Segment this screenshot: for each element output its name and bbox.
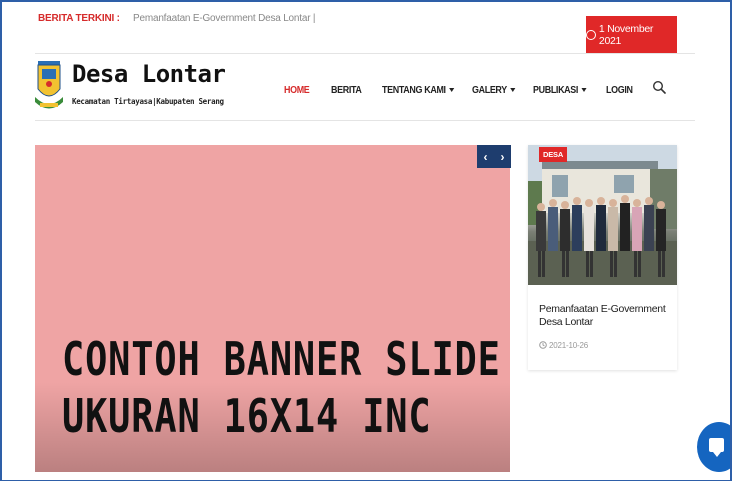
- banner-text-line-2: UKURAN 16X14 INC: [62, 390, 432, 444]
- nav-tentang-kami[interactable]: TENTANG KAMI: [382, 84, 455, 96]
- divider: [35, 120, 695, 121]
- nav-label: TENTANG KAMI: [382, 84, 446, 96]
- banner-slider[interactable]: CONTOH BANNER SLIDE UKURAN 16X14 INC: [35, 145, 510, 472]
- nav-berita[interactable]: BERITA: [331, 84, 362, 96]
- news-date: 2021-10-26: [539, 341, 588, 350]
- ticker-label: BERITA TERKINI :: [38, 13, 120, 24]
- nav-label: GALERY: [472, 84, 507, 96]
- clock-icon: [539, 341, 547, 349]
- news-photo[interactable]: DESA: [528, 145, 677, 285]
- divider: [35, 53, 695, 54]
- nav-home[interactable]: HOME: [284, 84, 310, 96]
- chevron-down-icon: [510, 88, 516, 93]
- category-badge[interactable]: DESA: [539, 147, 568, 162]
- site-title[interactable]: Desa Lontar: [72, 60, 226, 88]
- chat-widget-button[interactable]: [697, 422, 730, 472]
- news-card[interactable]: DESA Pemanfaatan E-Government Desa Lonta…: [528, 145, 677, 370]
- site-subtitle: Kecamatan Tirtayasa|Kabupaten Serang: [72, 97, 224, 106]
- chevron-down-icon: [449, 88, 455, 93]
- slider-controls: ‹ ›: [477, 145, 511, 168]
- nav-label: LOGIN: [606, 84, 633, 96]
- chat-bubble-icon: [709, 438, 724, 457]
- news-date-text: 2021-10-26: [549, 341, 588, 350]
- news-title-link[interactable]: Pemanfaatan E-Government Desa Lontar: [539, 303, 671, 329]
- slider-prev-button[interactable]: ‹: [484, 151, 488, 163]
- ticker-headline-link[interactable]: Pemanfaatan E-Government Desa Lontar |: [133, 13, 316, 24]
- chevron-down-icon: [581, 88, 587, 93]
- site-logo[interactable]: [35, 59, 63, 111]
- nav-galery[interactable]: GALERY: [472, 84, 516, 96]
- date-text: 1 November 2021: [598, 22, 654, 47]
- nav-publikasi[interactable]: PUBLIKASI: [533, 84, 587, 96]
- news-photo-illustration: [528, 145, 677, 285]
- browser-viewport: BERITA TERKINI : Pemanfaatan E-Governmen…: [0, 0, 732, 481]
- clock-icon: [586, 29, 596, 40]
- banner-text-line-1: CONTOH BANNER SLIDE: [62, 333, 501, 387]
- nav-label: HOME: [284, 84, 310, 96]
- nav-label: PUBLIKASI: [533, 84, 579, 96]
- date-badge: 1 November 2021: [586, 16, 677, 53]
- nav-label: BERITA: [331, 84, 362, 96]
- nav-login[interactable]: LOGIN: [606, 84, 633, 96]
- slider-next-button[interactable]: ›: [501, 151, 505, 163]
- search-icon[interactable]: [652, 80, 666, 94]
